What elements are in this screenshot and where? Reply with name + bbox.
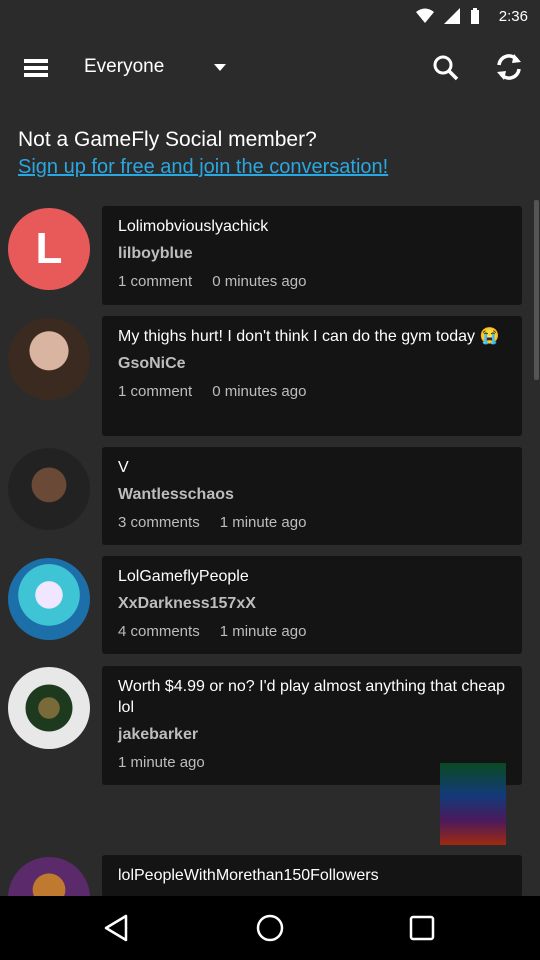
post-time: 1 minute ago — [118, 754, 205, 771]
battery-icon — [471, 8, 479, 24]
post-meta: 3 comments 1 minute ago — [118, 514, 506, 531]
post-title: Worth $4.99 or no? I'd play almost anyth… — [118, 678, 505, 716]
search-icon — [433, 55, 459, 81]
refresh-button[interactable] — [492, 50, 526, 84]
post-card[interactable]: LolGameflyPeople XxDarkness157xX 4 comme… — [102, 556, 522, 654]
avatar-letter: L — [35, 224, 63, 273]
recents-icon — [409, 915, 435, 941]
search-button[interactable] — [430, 52, 462, 84]
home-icon — [256, 914, 284, 942]
promo-title: Not a GameFly Social member? — [18, 128, 317, 151]
post-title: LolGameflyPeople — [118, 568, 249, 585]
menu-button[interactable] — [20, 52, 52, 84]
signup-promo: Not a GameFly Social member? Sign up for… — [18, 126, 528, 180]
audience-dropdown-label: Everyone — [84, 56, 165, 77]
status-icons — [416, 8, 480, 24]
avatar[interactable]: L — [8, 208, 90, 290]
menu-icon — [24, 59, 48, 77]
comment-count: 1 comment — [118, 383, 193, 400]
post-time: 1 minute ago — [219, 623, 307, 640]
refresh-icon — [497, 54, 521, 80]
post-card[interactable]: V Wantlesschaos 3 comments 1 minute ago — [102, 447, 522, 545]
wifi-icon — [416, 8, 434, 23]
post-author: Wantlesschaos — [118, 486, 234, 503]
post-time: 0 minutes ago — [212, 383, 307, 400]
post-meta: 1 comment 0 minutes ago — [118, 273, 506, 290]
post-time: 0 minutes ago — [212, 273, 307, 290]
recents-button[interactable] — [404, 910, 440, 946]
system-nav-bar — [0, 896, 540, 960]
signup-link[interactable]: Sign up for free and join the conversati… — [18, 154, 528, 180]
post-card[interactable]: lolPeopleWithMorethan150Followers — [102, 855, 522, 897]
status-bar: 2:36 — [0, 0, 540, 32]
scrollbar[interactable] — [534, 200, 539, 380]
post-author: XxDarkness157xX — [118, 595, 256, 612]
post-meta: 4 comments 1 minute ago — [118, 623, 506, 640]
game-cover-image[interactable] — [440, 763, 506, 845]
post-card[interactable]: Lolimobviouslyachick lilboyblue 1 commen… — [102, 206, 522, 305]
post-time: 1 minute ago — [219, 514, 307, 531]
avatar[interactable] — [8, 667, 90, 749]
post-title: V — [118, 459, 129, 476]
post-meta: 1 comment 0 minutes ago — [118, 383, 506, 400]
post-card[interactable]: My thighs hurt! I don't think I can do t… — [102, 316, 522, 436]
audience-dropdown[interactable]: Everyone — [84, 56, 227, 78]
post-title: lolPeopleWithMorethan150Followers — [118, 867, 379, 884]
comment-count: 4 comments — [118, 623, 200, 640]
home-button[interactable] — [252, 910, 288, 946]
comment-count: 3 comments — [118, 514, 200, 531]
post-author: GsoNiCe — [118, 355, 186, 372]
signal-icon — [444, 8, 460, 24]
post-title: My thighs hurt! I don't think I can do t… — [118, 328, 500, 345]
comment-count: 1 comment — [118, 273, 193, 290]
avatar[interactable] — [8, 318, 90, 400]
chevron-down-icon — [214, 63, 227, 71]
avatar[interactable] — [8, 448, 90, 530]
post-author: lilboyblue — [118, 245, 193, 262]
toolbar: Everyone — [0, 32, 540, 104]
status-time: 2:36 — [498, 8, 528, 25]
avatar[interactable] — [8, 558, 90, 640]
post-author: jakebarker — [118, 726, 199, 743]
post-title: Lolimobviouslyachick — [118, 218, 269, 235]
back-button[interactable] — [100, 910, 136, 946]
back-icon — [104, 914, 128, 942]
